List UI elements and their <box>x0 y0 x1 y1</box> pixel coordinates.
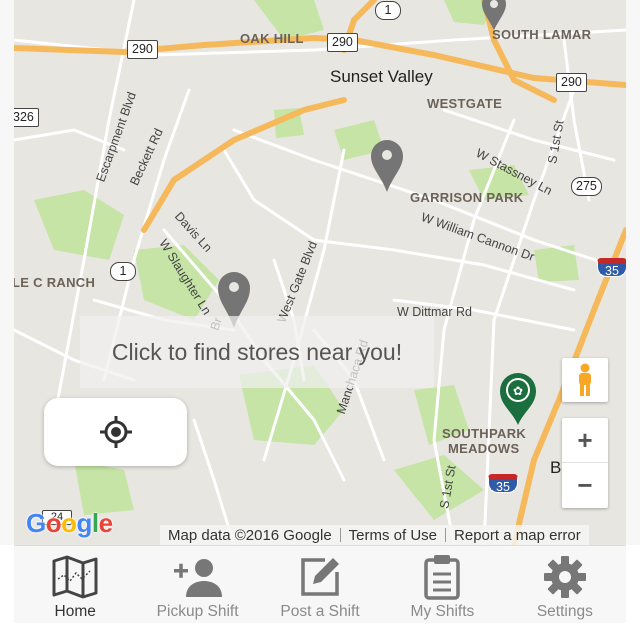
tab-label: My Shifts <box>410 603 475 620</box>
clipboard-icon <box>424 555 461 600</box>
find-stores-text: Click to find stores near you! <box>111 338 403 365</box>
edit-icon <box>301 558 340 596</box>
map-attribution: Map data ©2016 Google Terms of Use Repor… <box>160 525 589 545</box>
featured-store-pin[interactable]: ✿ <box>498 371 538 425</box>
pegman-icon <box>579 363 591 396</box>
highway-shield: 290 <box>127 40 158 59</box>
terms-of-use-link[interactable]: Terms of Use <box>341 527 445 544</box>
google-logo: Google <box>26 508 113 538</box>
tab-label: Home <box>54 603 96 620</box>
highway-shield: 290 <box>556 73 587 92</box>
town-label: Sunset Valley <box>330 67 433 86</box>
place-label: B <box>550 458 562 477</box>
tab-post-shift[interactable]: Post a Shift <box>259 546 381 623</box>
place-label: OAK HILL <box>240 31 304 46</box>
tab-settings[interactable]: Settings <box>504 546 626 623</box>
bottom-strip <box>0 623 640 640</box>
my-location-button[interactable] <box>44 398 187 466</box>
tab-label: Pickup Shift <box>156 603 239 620</box>
map-icon <box>52 555 98 599</box>
zoom-in-button[interactable]: + <box>562 418 608 463</box>
right-edge <box>626 0 640 545</box>
place-label: SOUTHPARK <box>442 426 527 441</box>
interstate-shield: 35 <box>488 474 518 494</box>
svg-text:✿: ✿ <box>513 384 523 398</box>
tab-label: Post a Shift <box>280 603 360 620</box>
zoom-out-button[interactable]: − <box>562 463 608 508</box>
map-view[interactable]: Sunset Valley OAK HILL SOUTH LAMAR WESTG… <box>14 0 626 545</box>
place-label: LE C RANCH <box>14 275 96 290</box>
highway-shield: 1 <box>110 262 136 281</box>
tab-my-shifts[interactable]: My Shifts <box>381 546 503 623</box>
find-stores-banner[interactable]: Click to find stores near you! <box>80 316 434 388</box>
left-edge <box>0 0 14 545</box>
highway-shield: 326 <box>14 108 39 127</box>
report-map-error-link[interactable]: Report a map error <box>446 527 589 544</box>
store-pin[interactable] <box>369 138 405 192</box>
highway-shield: 275 <box>571 177 602 196</box>
tab-label: Settings <box>536 603 593 620</box>
store-pin[interactable] <box>478 0 510 30</box>
highway-shield: 1 <box>375 1 401 20</box>
crosshair-icon <box>99 416 132 448</box>
interstate-shield: 35 <box>597 258 626 278</box>
add-person-icon <box>173 559 222 597</box>
place-label: MEADOWS <box>448 441 520 456</box>
highway-shield: 290 <box>327 33 358 52</box>
street-view-button[interactable] <box>562 358 608 402</box>
map-data-text: Map data ©2016 Google <box>168 526 332 544</box>
tab-home[interactable]: Home <box>14 546 136 623</box>
place-label: GARRISON PARK <box>410 190 524 205</box>
tab-pickup-shift[interactable]: Pickup Shift <box>136 546 258 623</box>
bottom-tab-bar: Home Pickup Shift Post a Shift My Shifts… <box>14 545 626 623</box>
gear-icon <box>543 556 586 598</box>
place-label: WESTGATE <box>427 96 503 111</box>
zoom-controls: + − <box>562 418 608 508</box>
